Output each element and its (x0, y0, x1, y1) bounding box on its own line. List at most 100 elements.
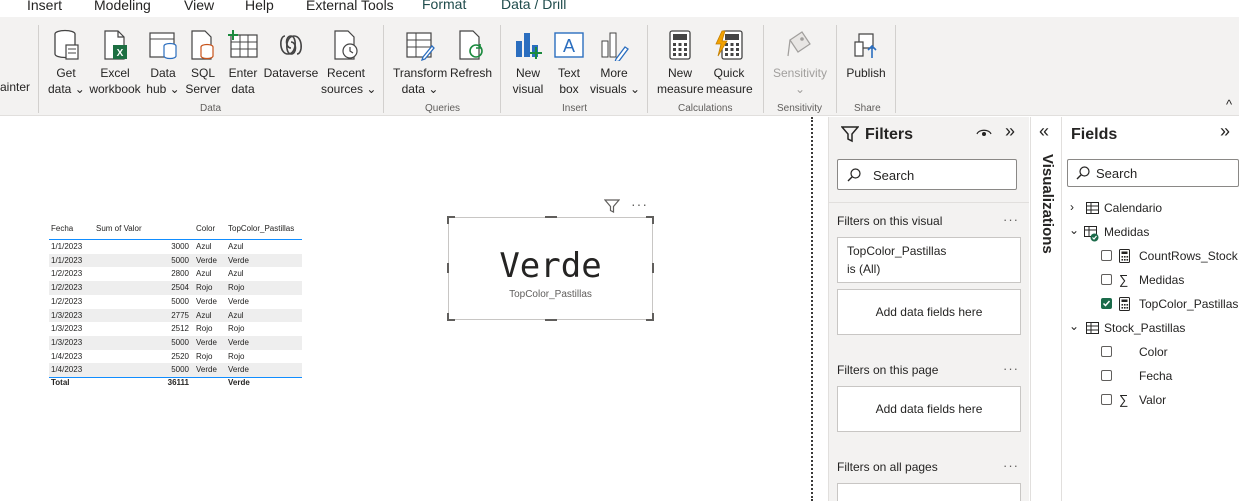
transform-data-button[interactable]: Transform data ⌄ (393, 27, 447, 97)
dataverse-button[interactable]: Dataverse (263, 27, 319, 81)
table-cell: Verde (196, 365, 217, 375)
checkbox-checked[interactable] (1101, 298, 1112, 309)
checkbox[interactable] (1101, 274, 1112, 285)
quick-measure-icon (706, 27, 752, 63)
resize-handle[interactable] (447, 313, 455, 321)
text-box-label-2: box (559, 82, 579, 96)
search-icon (847, 168, 861, 182)
visualizations-label[interactable]: Visualizations (1036, 154, 1056, 254)
table-icon (1086, 322, 1099, 334)
resize-handle[interactable] (646, 313, 654, 321)
checkbox[interactable] (1101, 346, 1112, 357)
table-cell: Verde (228, 365, 249, 375)
more-visuals-label-1: More (600, 66, 628, 80)
table-row[interactable]: 1/2/2023 2800 Azul Azul (49, 267, 302, 281)
tab-format[interactable]: Format (408, 0, 481, 16)
table-icon (1086, 202, 1099, 214)
table-row[interactable]: 1/3/2023 5000 Verde Verde (49, 335, 302, 350)
total-topcolor: Verde (228, 378, 250, 387)
group-queries-label: Queries (425, 103, 461, 114)
add-data-fields-all[interactable] (837, 483, 1021, 501)
resize-handle[interactable] (545, 319, 557, 321)
tab-insert[interactable]: Insert (27, 0, 62, 13)
table-header-cell[interactable]: Sum of Valor (96, 222, 142, 236)
recent-sources-button[interactable]: Recent sources ⌄ (321, 27, 377, 97)
table-cell: 1/4/2023 (51, 365, 83, 375)
table-row[interactable]: 1/1/2023 3000 Azul Azul (49, 240, 302, 254)
table-row[interactable]: 1/4/2023 2520 Rojo Rojo (49, 350, 302, 364)
data-hub-icon (145, 27, 181, 63)
enter-data-label-1: Enter (228, 66, 258, 80)
quick-measure-button[interactable]: Quick measure (706, 27, 753, 97)
resize-handle[interactable] (646, 216, 654, 224)
table-cell: 1/1/2023 (51, 242, 83, 251)
resize-handle[interactable] (447, 263, 449, 273)
excel-workbook-button[interactable]: X Excel workbook (87, 27, 143, 97)
filter-icon[interactable] (603, 198, 621, 219)
collapse-fields-button[interactable]: » (1220, 121, 1230, 142)
filter-card-topcolor[interactable]: TopColor_Pastillas is (All) (837, 237, 1021, 283)
checkbox[interactable] (1101, 370, 1112, 381)
table-header-cell[interactable]: Fecha (51, 222, 73, 236)
calculator-icon (657, 27, 703, 63)
checkbox[interactable] (1101, 394, 1112, 405)
expand-visualizations-button[interactable]: « (1039, 121, 1049, 142)
table-cell: Verde (228, 337, 249, 347)
tab-modeling[interactable]: Modeling (94, 0, 151, 13)
sql-server-button[interactable]: SQL Server (185, 27, 221, 97)
new-measure-button[interactable]: New measure (657, 27, 704, 97)
collapse-filters-button[interactable]: » (1005, 121, 1015, 142)
resize-handle[interactable] (545, 216, 557, 218)
more-options-icon[interactable]: ··· (1003, 458, 1019, 473)
resize-handle[interactable] (447, 216, 455, 224)
sensitivity-button[interactable]: Sensitivity ⌄ (771, 27, 829, 97)
table-row[interactable]: 1/4/2023 5000 Verde Verde (49, 363, 302, 377)
group-share-label: Share (854, 103, 881, 114)
card-visual[interactable]: Verde TopColor_Pastillas (447, 216, 654, 321)
more-visuals-label-2: visuals ⌄ (590, 82, 641, 96)
recent-sources-label-2: sources ⌄ (321, 82, 377, 96)
checkbox[interactable] (1101, 250, 1112, 261)
table-header-cell[interactable]: TopColor_Pastillas (228, 222, 294, 236)
text-box-button[interactable]: A Text box (553, 27, 585, 97)
data-hub-button[interactable]: Data hub ⌄ (145, 27, 181, 97)
tab-data-drill[interactable]: Data / Drill (487, 0, 581, 16)
get-data-button[interactable]: Get data ⌄ (48, 27, 85, 97)
resize-handle[interactable] (652, 263, 654, 273)
filters-on-all-pages-heading: Filters on all pages (837, 460, 938, 474)
recent-sources-icon (321, 27, 371, 63)
tab-view[interactable]: View (184, 0, 214, 13)
card-value: Verde (499, 246, 602, 286)
table-cell: 5000 (171, 365, 189, 375)
recent-sources-label-1: Recent (326, 66, 366, 80)
add-data-fields-page[interactable]: Add data fields here (837, 386, 1021, 432)
table-row[interactable]: 1/3/2023 2775 Azul Azul (49, 308, 302, 323)
more-options-icon[interactable]: ··· (1003, 212, 1019, 227)
add-data-fields-visual[interactable]: Add data fields here (837, 289, 1021, 335)
more-options-icon[interactable]: ··· (631, 196, 648, 212)
sigma-icon: ∑ (1119, 272, 1129, 287)
new-visual-button[interactable]: New visual (510, 27, 546, 97)
tab-external-tools[interactable]: External Tools (306, 0, 394, 13)
filters-search-input[interactable]: Search (837, 159, 1017, 190)
table-row[interactable]: 1/2/2023 5000 Verde Verde (49, 295, 302, 309)
ribbon-separator (836, 25, 837, 113)
table-row[interactable]: 1/1/2023 5000 Verde Verde (49, 253, 302, 268)
more-options-icon[interactable]: ··· (1003, 361, 1019, 376)
table-cell: Verde (196, 296, 217, 306)
eye-icon[interactable] (976, 126, 992, 145)
group-data-label: Data (200, 103, 222, 114)
transform-label-1: Transform (393, 66, 448, 80)
publish-button[interactable]: Publish (845, 27, 887, 81)
enter-data-button[interactable]: Enter data (226, 27, 260, 97)
tab-help[interactable]: Help (245, 0, 274, 13)
table-row[interactable]: 1/2/2023 2504 Rojo Rojo (49, 281, 302, 295)
ribbon-separator (500, 25, 501, 113)
table-header-cell[interactable]: Color (196, 222, 215, 236)
table-row[interactable]: 1/3/2023 2512 Rojo Rojo (49, 322, 302, 336)
refresh-button[interactable]: Refresh (450, 27, 492, 81)
search-icon (1076, 166, 1090, 180)
more-visuals-button[interactable]: More visuals ⌄ (590, 27, 641, 97)
collapse-ribbon-button[interactable]: ^ (1226, 97, 1232, 112)
fields-search-input[interactable]: Search (1067, 159, 1239, 187)
